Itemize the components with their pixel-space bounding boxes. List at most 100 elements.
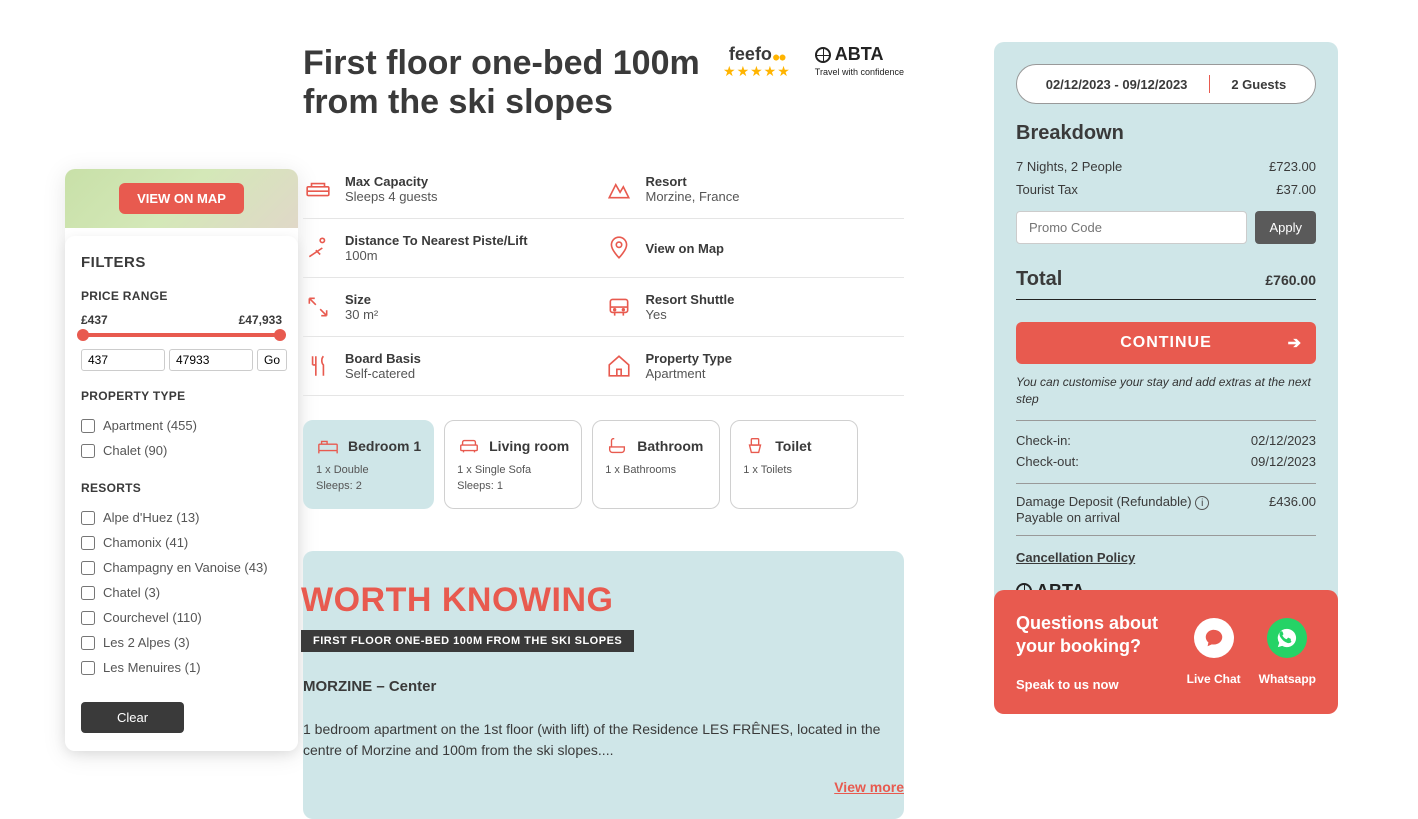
checkbox[interactable] <box>81 419 95 433</box>
abta-logo-text: ABTA <box>835 44 884 65</box>
cancellation-policy-link[interactable]: Cancellation Policy <box>1016 550 1135 565</box>
resort-option[interactable]: Les Menuires (1) <box>81 655 282 680</box>
checkbox[interactable] <box>81 561 95 575</box>
total-label: Total <box>1016 268 1062 291</box>
worth-heading: WORTH KNOWING <box>301 581 904 620</box>
resort-option[interactable]: Champagny en Vanoise (43) <box>81 555 282 580</box>
ptype-label: Property Type <box>646 351 732 366</box>
room-tab-bedroom[interactable]: Bedroom 1 1 x Double Sleeps: 2 <box>303 420 434 509</box>
checkbox[interactable] <box>81 586 95 600</box>
booking-summary-pill[interactable]: 02/12/2023 - 09/12/2023 2 Guests <box>1016 64 1316 104</box>
breakdown-title: Breakdown <box>1016 122 1316 145</box>
room-tab-detail: Sleeps: 2 <box>316 479 421 494</box>
apply-promo-button[interactable]: Apply <box>1255 211 1316 244</box>
option-label: Champagny en Vanoise (43) <box>103 560 268 575</box>
checkbox[interactable] <box>81 511 95 525</box>
room-tab-name: Living room <box>489 438 569 454</box>
resort-option[interactable]: Chamonix (41) <box>81 530 282 555</box>
shuttle-label: Resort Shuttle <box>646 292 735 307</box>
filter-panel: VIEW ON MAP FILTERS PRICE RANGE £437 £47… <box>65 169 298 751</box>
promo-code-input[interactable] <box>1016 211 1247 244</box>
room-tab-detail: Sleeps: 1 <box>457 479 569 494</box>
room-tab-name: Toilet <box>775 438 811 454</box>
price-min-input[interactable] <box>81 349 165 371</box>
price-go-button[interactable]: Go <box>257 349 287 371</box>
checkout-label: Check-out: <box>1016 454 1079 469</box>
booking-panel: 02/12/2023 - 09/12/2023 2 Guests Breakdo… <box>994 42 1338 636</box>
room-tab-toilet[interactable]: Toilet 1 x Toilets <box>730 420 858 509</box>
resort-option[interactable]: Alpe d'Huez (13) <box>81 505 282 530</box>
line-label: Tourist Tax <box>1016 182 1078 197</box>
map-preview: VIEW ON MAP <box>65 169 298 228</box>
option-label: Apartment (455) <box>103 418 197 433</box>
checkbox[interactable] <box>81 536 95 550</box>
capacity-value: Sleeps 4 guests <box>345 189 438 204</box>
price-slider[interactable] <box>81 333 282 337</box>
view-on-map-button[interactable]: VIEW ON MAP <box>119 183 244 214</box>
continue-button[interactable]: CONTINUE ➔ <box>1016 322 1316 364</box>
worth-location: MORZINE – Center <box>303 678 904 695</box>
worth-knowing-section: WORTH KNOWING FIRST FLOOR ONE-BED 100M F… <box>303 551 904 819</box>
feefo-badge: feefo●● ★★★★★ <box>723 44 791 80</box>
pill-separator <box>1209 75 1210 93</box>
continue-label: CONTINUE <box>1120 334 1212 351</box>
questions-title: Questions about your booking? <box>1016 612 1169 659</box>
checkbox[interactable] <box>81 636 95 650</box>
shuttle-value: Yes <box>646 307 735 322</box>
info-icon[interactable]: i <box>1195 496 1209 510</box>
slider-thumb-max[interactable] <box>274 329 286 341</box>
option-label: Courchevel (110) <box>103 610 202 625</box>
checkin-label: Check-in: <box>1016 433 1071 448</box>
option-label: Chamonix (41) <box>103 535 188 550</box>
toilet-icon <box>743 435 767 457</box>
view-more-link[interactable]: View more <box>303 779 904 795</box>
option-label: Chatel (3) <box>103 585 160 600</box>
checkbox[interactable] <box>81 661 95 675</box>
live-chat-option[interactable]: Live Chat <box>1187 618 1241 686</box>
checkbox[interactable] <box>81 444 95 458</box>
questions-subtitle: Speak to us now <box>1016 677 1169 692</box>
feefo-logo-text: feefo <box>729 44 772 65</box>
property-type-option[interactable]: Chalet (90) <box>81 438 282 463</box>
filters-title: FILTERS <box>81 254 282 271</box>
price-max-input[interactable] <box>169 349 253 371</box>
clear-filters-button[interactable]: Clear <box>81 702 184 733</box>
room-tab-living[interactable]: Living room 1 x Single Sofa Sleeps: 1 <box>444 420 582 509</box>
resort-option[interactable]: Les 2 Alpes (3) <box>81 630 282 655</box>
size-value: 30 m² <box>345 307 378 322</box>
checkin-value: 02/12/2023 <box>1251 433 1316 448</box>
utensils-icon <box>305 353 331 379</box>
room-tab-detail: 1 x Double <box>316 463 421 478</box>
deposit-label: Damage Deposit (Refundable) <box>1016 494 1192 509</box>
worth-description: 1 bedroom apartment on the 1st floor (wi… <box>303 719 893 761</box>
property-type-option[interactable]: Apartment (455) <box>81 413 282 438</box>
slider-thumb-min[interactable] <box>77 329 89 341</box>
board-value: Self-catered <box>345 366 421 381</box>
resort-option[interactable]: Courchevel (110) <box>81 605 282 630</box>
checkbox[interactable] <box>81 611 95 625</box>
distance-value: 100m <box>345 248 528 263</box>
continue-note: You can customise your stay and add extr… <box>1016 374 1316 408</box>
chat-icon <box>1194 618 1234 658</box>
whatsapp-label: Whatsapp <box>1259 672 1316 686</box>
board-label: Board Basis <box>345 351 421 366</box>
room-tab-detail: 1 x Single Sofa <box>457 463 569 478</box>
line-value: £723.00 <box>1269 159 1316 174</box>
resort-value: Morzine, France <box>646 189 740 204</box>
ptype-value: Apartment <box>646 366 732 381</box>
page-title: First floor one-bed 100m from the ski sl… <box>303 44 723 122</box>
abta-badge: ABTA Travel with confidence <box>815 44 904 77</box>
resort-option[interactable]: Chatel (3) <box>81 580 282 605</box>
whatsapp-icon <box>1267 618 1307 658</box>
room-tab-detail: 1 x Bathrooms <box>605 463 707 478</box>
price-range-label: PRICE RANGE <box>81 289 282 303</box>
resort-label: Resort <box>646 174 740 189</box>
mountain-icon <box>606 176 632 202</box>
option-label: Les Menuires (1) <box>103 660 201 675</box>
view-on-map-link[interactable]: View on Map <box>604 219 905 277</box>
option-label: Alpe d'Huez (13) <box>103 510 199 525</box>
whatsapp-option[interactable]: Whatsapp <box>1259 618 1316 686</box>
resorts-label: RESORTS <box>81 481 282 495</box>
bath-icon <box>605 435 629 457</box>
room-tab-bathroom[interactable]: Bathroom 1 x Bathrooms <box>592 420 720 509</box>
